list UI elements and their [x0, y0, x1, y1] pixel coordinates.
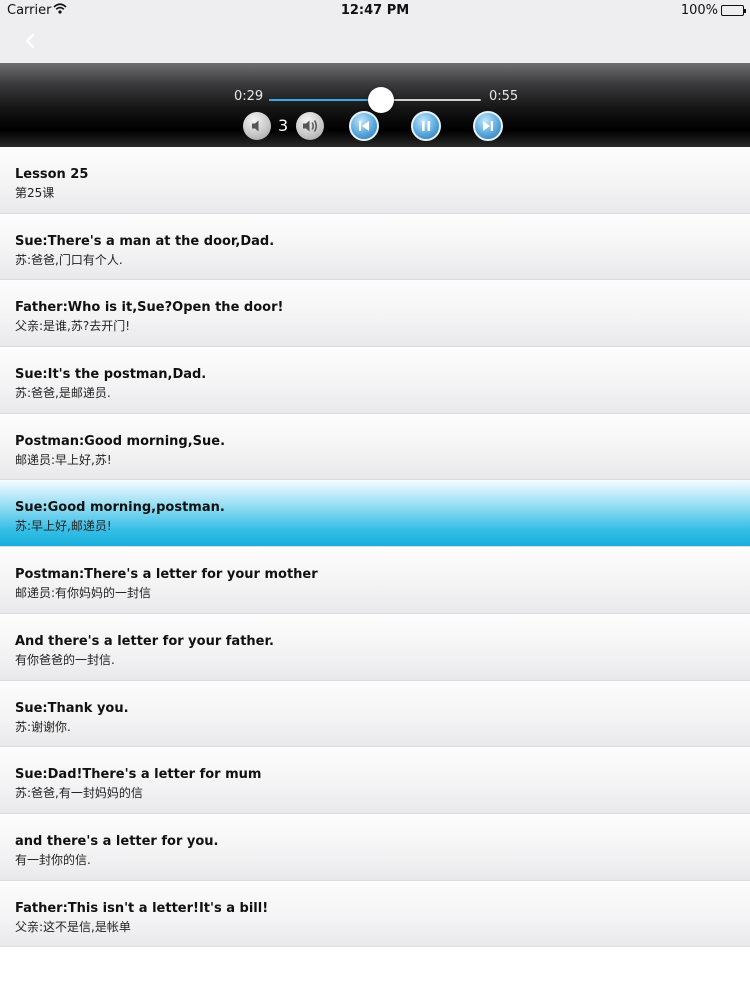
- next-track-button[interactable]: [473, 111, 503, 141]
- list-item[interactable]: And there's a letter for your father. 有你爸…: [0, 613, 750, 681]
- list-item[interactable]: Father:This isn't a letter!It's a bill! 父…: [0, 880, 750, 948]
- volume-down-button[interactable]: [243, 112, 271, 140]
- total-time-label: 0:55: [489, 89, 519, 104]
- list-item[interactable]: Postman:Good morning,Sue. 邮递员:早上好,苏!: [0, 413, 750, 481]
- list-item[interactable]: Lesson 25 第25课: [0, 147, 750, 214]
- clock: 12:47 PM: [340, 3, 410, 18]
- list-item-selected[interactable]: Sue:Good morning,postman. 苏:早上好,邮递员!: [0, 480, 750, 548]
- pause-icon: [422, 121, 431, 131]
- english-line: Father:This isn't a letter!It's a bill!: [15, 900, 269, 916]
- chinese-line: 有你爸爸的一封信.: [15, 652, 115, 667]
- list-item[interactable]: Sue:There's a man at the door,Dad. 苏:爸爸,门…: [0, 213, 750, 281]
- english-line: Lesson 25: [15, 167, 89, 182]
- english-line: and there's a letter for you.: [15, 833, 219, 849]
- progress-thumb[interactable]: [367, 87, 394, 113]
- english-line: Sue:Dad!There's a letter for mum: [15, 767, 262, 783]
- english-line: Father:Who is it,Sue?Open the door!: [15, 300, 284, 316]
- status-bar: Carrier 12:47 PM 100%: [0, 0, 750, 22]
- audio-player: 0:29 0:55 3: [0, 63, 750, 147]
- chinese-line: 苏:早上好,邮递员!: [15, 519, 112, 534]
- list-item[interactable]: Postman:There's a letter for your mother…: [0, 547, 750, 614]
- lesson-sentence-list: Lesson 25 第25课 Sue:There's a man at the d…: [0, 147, 750, 948]
- english-line: Sue:There's a man at the door,Dad.: [15, 233, 275, 249]
- chinese-line: 苏:谢谢你.: [15, 719, 71, 734]
- english-line: Sue:Thank you.: [15, 700, 129, 716]
- english-line: Sue:Good morning,postman.: [15, 500, 225, 516]
- skip-back-icon: [359, 121, 369, 131]
- english-line: Sue:It's the postman,Dad.: [15, 367, 207, 383]
- chinese-line: 邮递员:早上好,苏!: [15, 452, 112, 467]
- chinese-line: 苏:爸爸,是邮递员.: [15, 386, 111, 401]
- list-item[interactable]: Sue:Dad!There's a letter for mum 苏:爸爸,有一封…: [0, 747, 750, 814]
- speaker-low-icon: [252, 120, 259, 132]
- navigation-bar: [0, 22, 750, 63]
- chinese-line: 第25课: [15, 186, 55, 200]
- english-line: Postman:There's a letter for your mother: [15, 567, 318, 583]
- chinese-line: 邮递员:有你妈妈的一封信: [15, 586, 152, 601]
- progress-fill: [269, 99, 381, 101]
- list-item[interactable]: Sue:It's the postman,Dad. 苏:爸爸,是邮递员.: [0, 347, 750, 414]
- battery-icon: [721, 5, 746, 16]
- chinese-line: 父亲:是谁,苏?去开门!: [15, 319, 131, 334]
- previous-track-button[interactable]: [349, 111, 379, 141]
- chinese-line: 苏:爸爸,有一封妈妈的信: [15, 786, 143, 801]
- progress-slider[interactable]: [269, 87, 481, 113]
- chinese-line: 有一封你的信.: [15, 852, 91, 867]
- volume-level: 3: [278, 116, 289, 135]
- battery-percent: 100%: [680, 3, 718, 18]
- speaker-high-icon: [303, 120, 317, 132]
- pause-button[interactable]: [411, 111, 441, 141]
- english-line: Postman:Good morning,Sue.: [15, 433, 226, 449]
- current-time-label: 0:29: [234, 89, 264, 104]
- chinese-line: 父亲:这不是信,是帐单: [15, 919, 131, 934]
- chinese-line: 苏:爸爸,门口有个人.: [15, 252, 123, 267]
- skip-forward-icon: [483, 121, 493, 131]
- list-item[interactable]: and there's a letter for you. 有一封你的信.: [0, 813, 750, 881]
- list-item[interactable]: Sue:Thank you. 苏:谢谢你.: [0, 680, 750, 748]
- back-chevron-icon[interactable]: [20, 30, 42, 52]
- volume-up-button[interactable]: [296, 112, 324, 140]
- list-item[interactable]: Father:Who is it,Sue?Open the door! 父亲:是谁…: [0, 280, 750, 348]
- english-line: And there's a letter for your father.: [15, 633, 274, 649]
